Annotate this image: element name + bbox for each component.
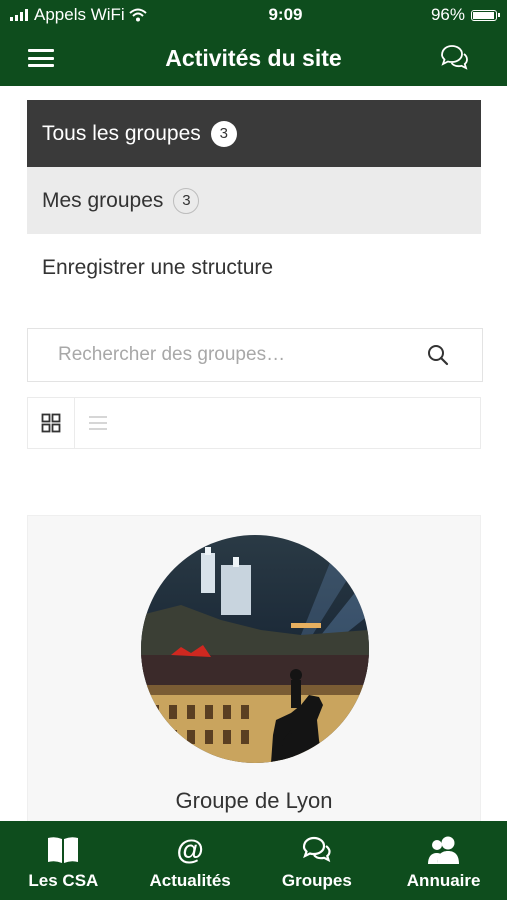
- users-icon: [427, 836, 459, 864]
- battery-percent: 96%: [430, 5, 465, 24]
- page-title: Activités du site: [165, 44, 342, 71]
- nav-item-les-csa[interactable]: Les CSA: [0, 821, 127, 900]
- nav-item-groupes[interactable]: Groupes: [254, 821, 381, 900]
- status-right: 96%: [430, 5, 500, 25]
- search-icon[interactable]: [426, 343, 450, 367]
- nav-label-groupes: Groupes: [281, 871, 352, 890]
- tab-all-groups-count-badge: 3: [210, 120, 237, 147]
- book-icon: [48, 837, 79, 863]
- list-icon: [89, 416, 107, 430]
- tab-my-groups[interactable]: Mes groupes 3: [27, 167, 481, 234]
- tab-my-groups-count-badge: 3: [173, 187, 200, 214]
- nav-label-annuaire: Annuaire: [406, 871, 481, 890]
- grid-view-button[interactable]: [28, 398, 75, 448]
- tab-all-groups[interactable]: Tous les groupes 3: [27, 100, 481, 167]
- group-avatar-image: [141, 535, 369, 763]
- chat-icon: [302, 836, 331, 863]
- group-name: Groupe de Lyon: [175, 788, 333, 813]
- status-left: Appels WiFi: [10, 5, 180, 25]
- search-box: [27, 328, 483, 382]
- tab-my-groups-label: Mes groupes: [42, 188, 164, 212]
- tab-all-groups-label: Tous les groupes: [42, 121, 201, 145]
- battery-icon: [471, 9, 500, 21]
- nav-item-annuaire[interactable]: Annuaire: [380, 821, 507, 900]
- chat-icon[interactable]: [439, 44, 469, 72]
- status-bar: Appels WiFi 9:09 96%: [0, 0, 507, 30]
- nav-label-les-csa: Les CSA: [28, 871, 99, 890]
- list-view-button[interactable]: [75, 398, 121, 448]
- bottom-nav: Les CSA @ Actualités Groupes Annuaire: [0, 821, 507, 900]
- wifi-icon: [129, 8, 147, 22]
- grid-icon: [41, 413, 61, 433]
- tab-register-structure-label: Enregistrer une structure: [42, 255, 274, 279]
- status-time: 9:09: [268, 5, 303, 24]
- app-header: Activités du site: [0, 30, 507, 86]
- search-input[interactable]: [56, 339, 400, 371]
- nav-label-actualites: Actualités: [149, 871, 231, 890]
- at-icon: @: [176, 834, 204, 865]
- menu-icon[interactable]: [28, 49, 54, 67]
- signal-icon: [10, 9, 28, 21]
- view-toggle: [27, 397, 481, 449]
- group-card[interactable]: Groupe de Lyon: [27, 515, 481, 835]
- carrier-label: Appels WiFi: [34, 5, 125, 24]
- tab-register-structure[interactable]: Enregistrer une structure: [27, 234, 481, 301]
- nav-item-actualites[interactable]: @ Actualités: [127, 821, 254, 900]
